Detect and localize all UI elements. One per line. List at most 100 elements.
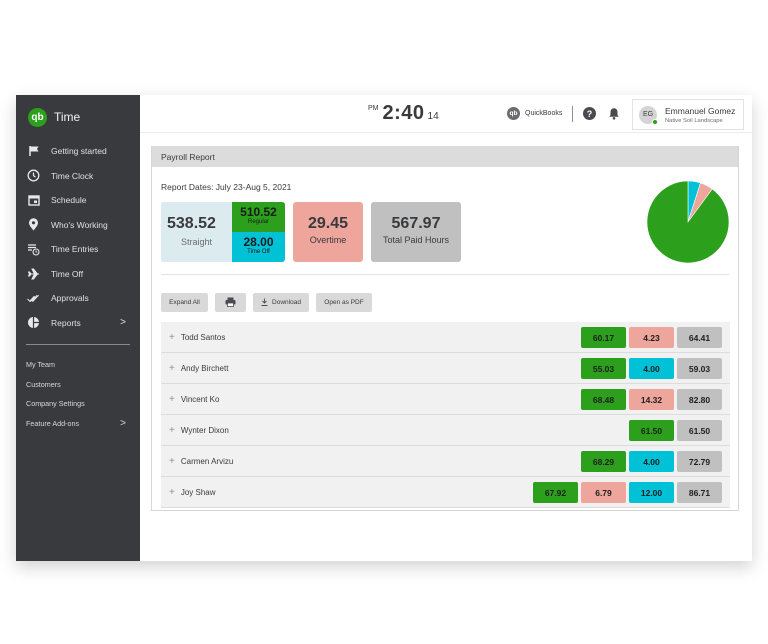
sidebar-item-time-clock[interactable]: Time Clock: [16, 164, 140, 189]
total-value: 567.97: [391, 215, 441, 232]
quickbooks-link[interactable]: qb QuickBooks: [507, 107, 562, 120]
hours-cells: 67.92 6.79 12.00 86.71: [533, 482, 722, 503]
double-check-icon: [27, 292, 40, 305]
topbar-divider: [572, 106, 573, 122]
regular-hours-cell: 68.29: [581, 451, 626, 472]
overtime-value: 29.45: [307, 215, 349, 232]
employee-hours-table: + Todd Santos 60.17 4.23 64.41 + Andy Birchett…: [161, 322, 730, 508]
quickbooks-label: QuickBooks: [525, 110, 563, 117]
sidebar-item-label: Time Clock: [51, 170, 94, 181]
straight-value: 538.52: [167, 215, 216, 232]
print-button[interactable]: [215, 293, 246, 312]
open-as-pdf-button[interactable]: Open as PDF: [316, 293, 372, 312]
overtime-hours-cell: 14.32: [629, 389, 674, 410]
report-toolbar: Expand All Download Open as PDF: [161, 293, 372, 312]
pie-chart-icon: [27, 316, 40, 329]
sidebar-item-time-off[interactable]: Time Off: [16, 262, 140, 287]
chevron-right-icon: >: [120, 317, 126, 329]
total-hours-cell: 72.79: [677, 451, 722, 472]
help-icon[interactable]: ?: [583, 107, 596, 120]
top-bar: PM 2:40 14 qb QuickBooks ? EG Emmanuel G…: [140, 95, 752, 133]
employee-name: Carmen Arvizu: [180, 456, 234, 466]
time-off-card: 28.00 Time Off: [232, 232, 285, 262]
bell-icon[interactable]: [608, 107, 620, 120]
sidebar-item-time-entries[interactable]: Time Entries: [16, 237, 140, 262]
expand-row-icon[interactable]: +: [169, 332, 175, 343]
regular-label: Regular: [247, 219, 269, 225]
regular-value: 510.52: [240, 205, 277, 219]
download-button[interactable]: Download: [253, 293, 309, 312]
main-content: PM 2:40 14 qb QuickBooks ? EG Emmanuel G…: [140, 95, 752, 561]
sidebar-item-label: Time Entries: [51, 244, 99, 255]
overtime-hours-cell: 6.79: [581, 482, 626, 503]
regular-hours-cell: 55.03: [581, 358, 626, 379]
regular-hours-card: 510.52 Regular: [232, 202, 285, 232]
online-status-icon: [652, 118, 658, 125]
clock-time: 2:40: [382, 102, 425, 124]
expand-row-icon[interactable]: +: [169, 425, 175, 436]
sidebar-item-reports[interactable]: Reports >: [16, 311, 140, 336]
table-row[interactable]: + Joy Shaw 67.92 6.79 12.00 86.71: [161, 477, 730, 508]
sidebar-item-schedule[interactable]: Schedule: [16, 188, 140, 213]
time-off-hours-cell: 4.00: [629, 358, 674, 379]
sidebar-item-whos-working[interactable]: Who's Working: [16, 213, 140, 238]
sidebar-item-customers[interactable]: Customers: [16, 375, 140, 395]
total-hours-cell: 61.50: [677, 420, 722, 441]
time-entries-icon: [27, 243, 40, 256]
sidebar-item-label: Approvals: [51, 293, 89, 304]
regular-hours-cell: 61.50: [629, 420, 674, 441]
table-row[interactable]: + Andy Birchett 55.03 4.00 59.03: [161, 353, 730, 384]
employee-name: Joy Shaw: [180, 487, 216, 497]
table-row[interactable]: + Todd Santos 60.17 4.23 64.41: [161, 322, 730, 353]
avatar: EG: [639, 105, 658, 125]
sidebar-nav: Getting started Time Clock Schedule Who'…: [16, 139, 140, 335]
user-name: Emmanuel Gomez: [665, 105, 736, 116]
straight-label: Straight: [180, 237, 213, 247]
sidebar-item-my-team[interactable]: My Team: [16, 355, 140, 375]
sidebar-item-label: Reports: [51, 317, 81, 328]
expand-row-icon[interactable]: +: [169, 456, 175, 467]
user-info: Emmanuel Gomez Native Soil Landscape: [665, 106, 735, 124]
brand[interactable]: qb Time: [16, 95, 140, 139]
time-off-hours-cell: 4.00: [629, 451, 674, 472]
flag-icon: [27, 145, 40, 158]
sidebar-item-label: Schedule: [51, 195, 87, 206]
expand-row-icon[interactable]: +: [169, 394, 175, 405]
sidebar-item-company-settings[interactable]: Company Settings: [16, 394, 140, 414]
avatar-initials: EG: [642, 111, 654, 118]
hours-cells: 68.29 4.00 72.79: [581, 451, 722, 472]
employee-name: Wynter Dixon: [180, 425, 229, 435]
app-name: Time: [54, 110, 81, 124]
airplane-icon: [27, 267, 40, 280]
sidebar-item-label: Getting started: [51, 146, 107, 157]
table-row[interactable]: + Wynter Dixon 61.50 61.50: [161, 415, 730, 446]
total-label: Total Paid Hours: [382, 235, 450, 245]
user-menu[interactable]: EG Emmanuel Gomez Native Soil Landscape: [632, 99, 744, 130]
straight-hours-card: 538.52 Straight 510.52 Regular 28.00 Tim…: [161, 202, 285, 262]
overtime-card: 29.45 Overtime: [293, 202, 363, 262]
report-dates: Report Dates: July 23-Aug 5, 2021: [161, 182, 292, 192]
table-row[interactable]: + Vincent Ko 68.48 14.32 82.80: [161, 384, 730, 415]
app-window: qb Time Getting started Time Clock Sched…: [16, 95, 752, 561]
sidebar-item-feature-add-ons[interactable]: Feature Add-ons >: [16, 414, 140, 434]
overtime-label: Overtime: [309, 235, 347, 245]
expand-all-button[interactable]: Expand All: [161, 293, 208, 312]
quickbooks-logo-icon: qb: [28, 107, 47, 127]
quickbooks-icon: qb: [507, 107, 520, 120]
sidebar-item-approvals[interactable]: Approvals: [16, 286, 140, 311]
expand-row-icon[interactable]: +: [169, 487, 175, 498]
sidebar-item-label: Feature Add-ons: [26, 418, 80, 428]
total-hours-cell: 64.41: [677, 327, 722, 348]
hours-pie-chart: [646, 180, 730, 264]
total-hours-cell: 59.03: [677, 358, 722, 379]
time-off-hours-cell: 12.00: [629, 482, 674, 503]
table-row[interactable]: + Carmen Arvizu 68.29 4.00 72.79: [161, 446, 730, 477]
regular-hours-cell: 60.17: [581, 327, 626, 348]
chevron-right-icon: >: [120, 417, 126, 429]
employee-name: Vincent Ko: [180, 394, 220, 404]
sidebar-item-getting-started[interactable]: Getting started: [16, 139, 140, 164]
hours-cells: 68.48 14.32 82.80: [581, 389, 722, 410]
expand-row-icon[interactable]: +: [169, 363, 175, 374]
clock-seconds: 14: [427, 111, 439, 122]
employee-name: Andy Birchett: [180, 363, 229, 373]
